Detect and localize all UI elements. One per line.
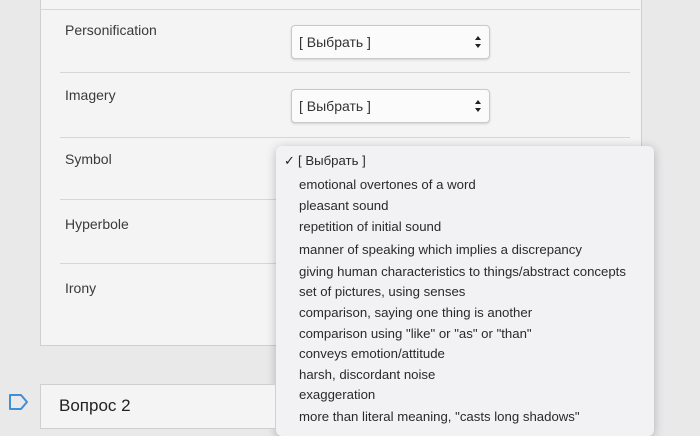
dropdown-option[interactable]: giving human characteristics to things/a… [299,264,626,279]
dropdown-option[interactable]: more than literal meaning, "casts long s… [299,409,580,424]
term-personification: Personification [65,22,157,38]
dropdown-option[interactable]: conveys emotion/attitude [299,346,445,361]
dropdown-option[interactable]: comparison using "like" or "as" or "than… [299,326,532,341]
select-arrows-icon [475,36,481,48]
select-imagery[interactable]: [ Выбрать ] [291,89,490,123]
dropdown-option[interactable]: manner of speaking which implies a discr… [299,242,582,257]
question-title: Вопрос 2 [59,396,131,415]
divider [60,199,276,200]
dropdown-option[interactable]: pleasant sound [299,198,388,213]
question-info-box: Вопрос 2 [40,384,276,429]
select-value: [ Выбрать ] [299,34,371,50]
divider [60,137,630,138]
dropdown-option[interactable]: emotional overtones of a word [299,177,476,192]
term-hyperbole: Hyperbole [65,216,129,232]
select-arrows-icon [475,100,481,112]
term-irony: Irony [65,280,97,296]
term-imagery: Imagery [65,87,116,103]
flag-icon[interactable] [8,393,30,411]
dropdown-option[interactable]: harsh, discordant noise [299,367,435,382]
dropdown-option-placeholder[interactable]: [ Выбрать ] [298,153,366,168]
dropdown-option[interactable]: comparison, saying one thing is another [299,305,532,320]
dropdown-option[interactable]: exaggeration [299,387,375,402]
select-value: [ Выбрать ] [299,98,371,114]
checkmark-icon: ✓ [284,153,295,168]
divider [60,263,276,264]
divider [40,9,640,10]
dropdown-option[interactable]: set of pictures, using senses [299,284,465,299]
dropdown-option[interactable]: repetition of initial sound [299,219,441,234]
select-dropdown-menu[interactable]: ✓ [ Выбрать ] emotional overtones of a w… [276,146,654,436]
divider [60,72,630,73]
select-personification[interactable]: [ Выбрать ] [291,25,490,59]
term-symbol: Symbol [65,151,112,167]
